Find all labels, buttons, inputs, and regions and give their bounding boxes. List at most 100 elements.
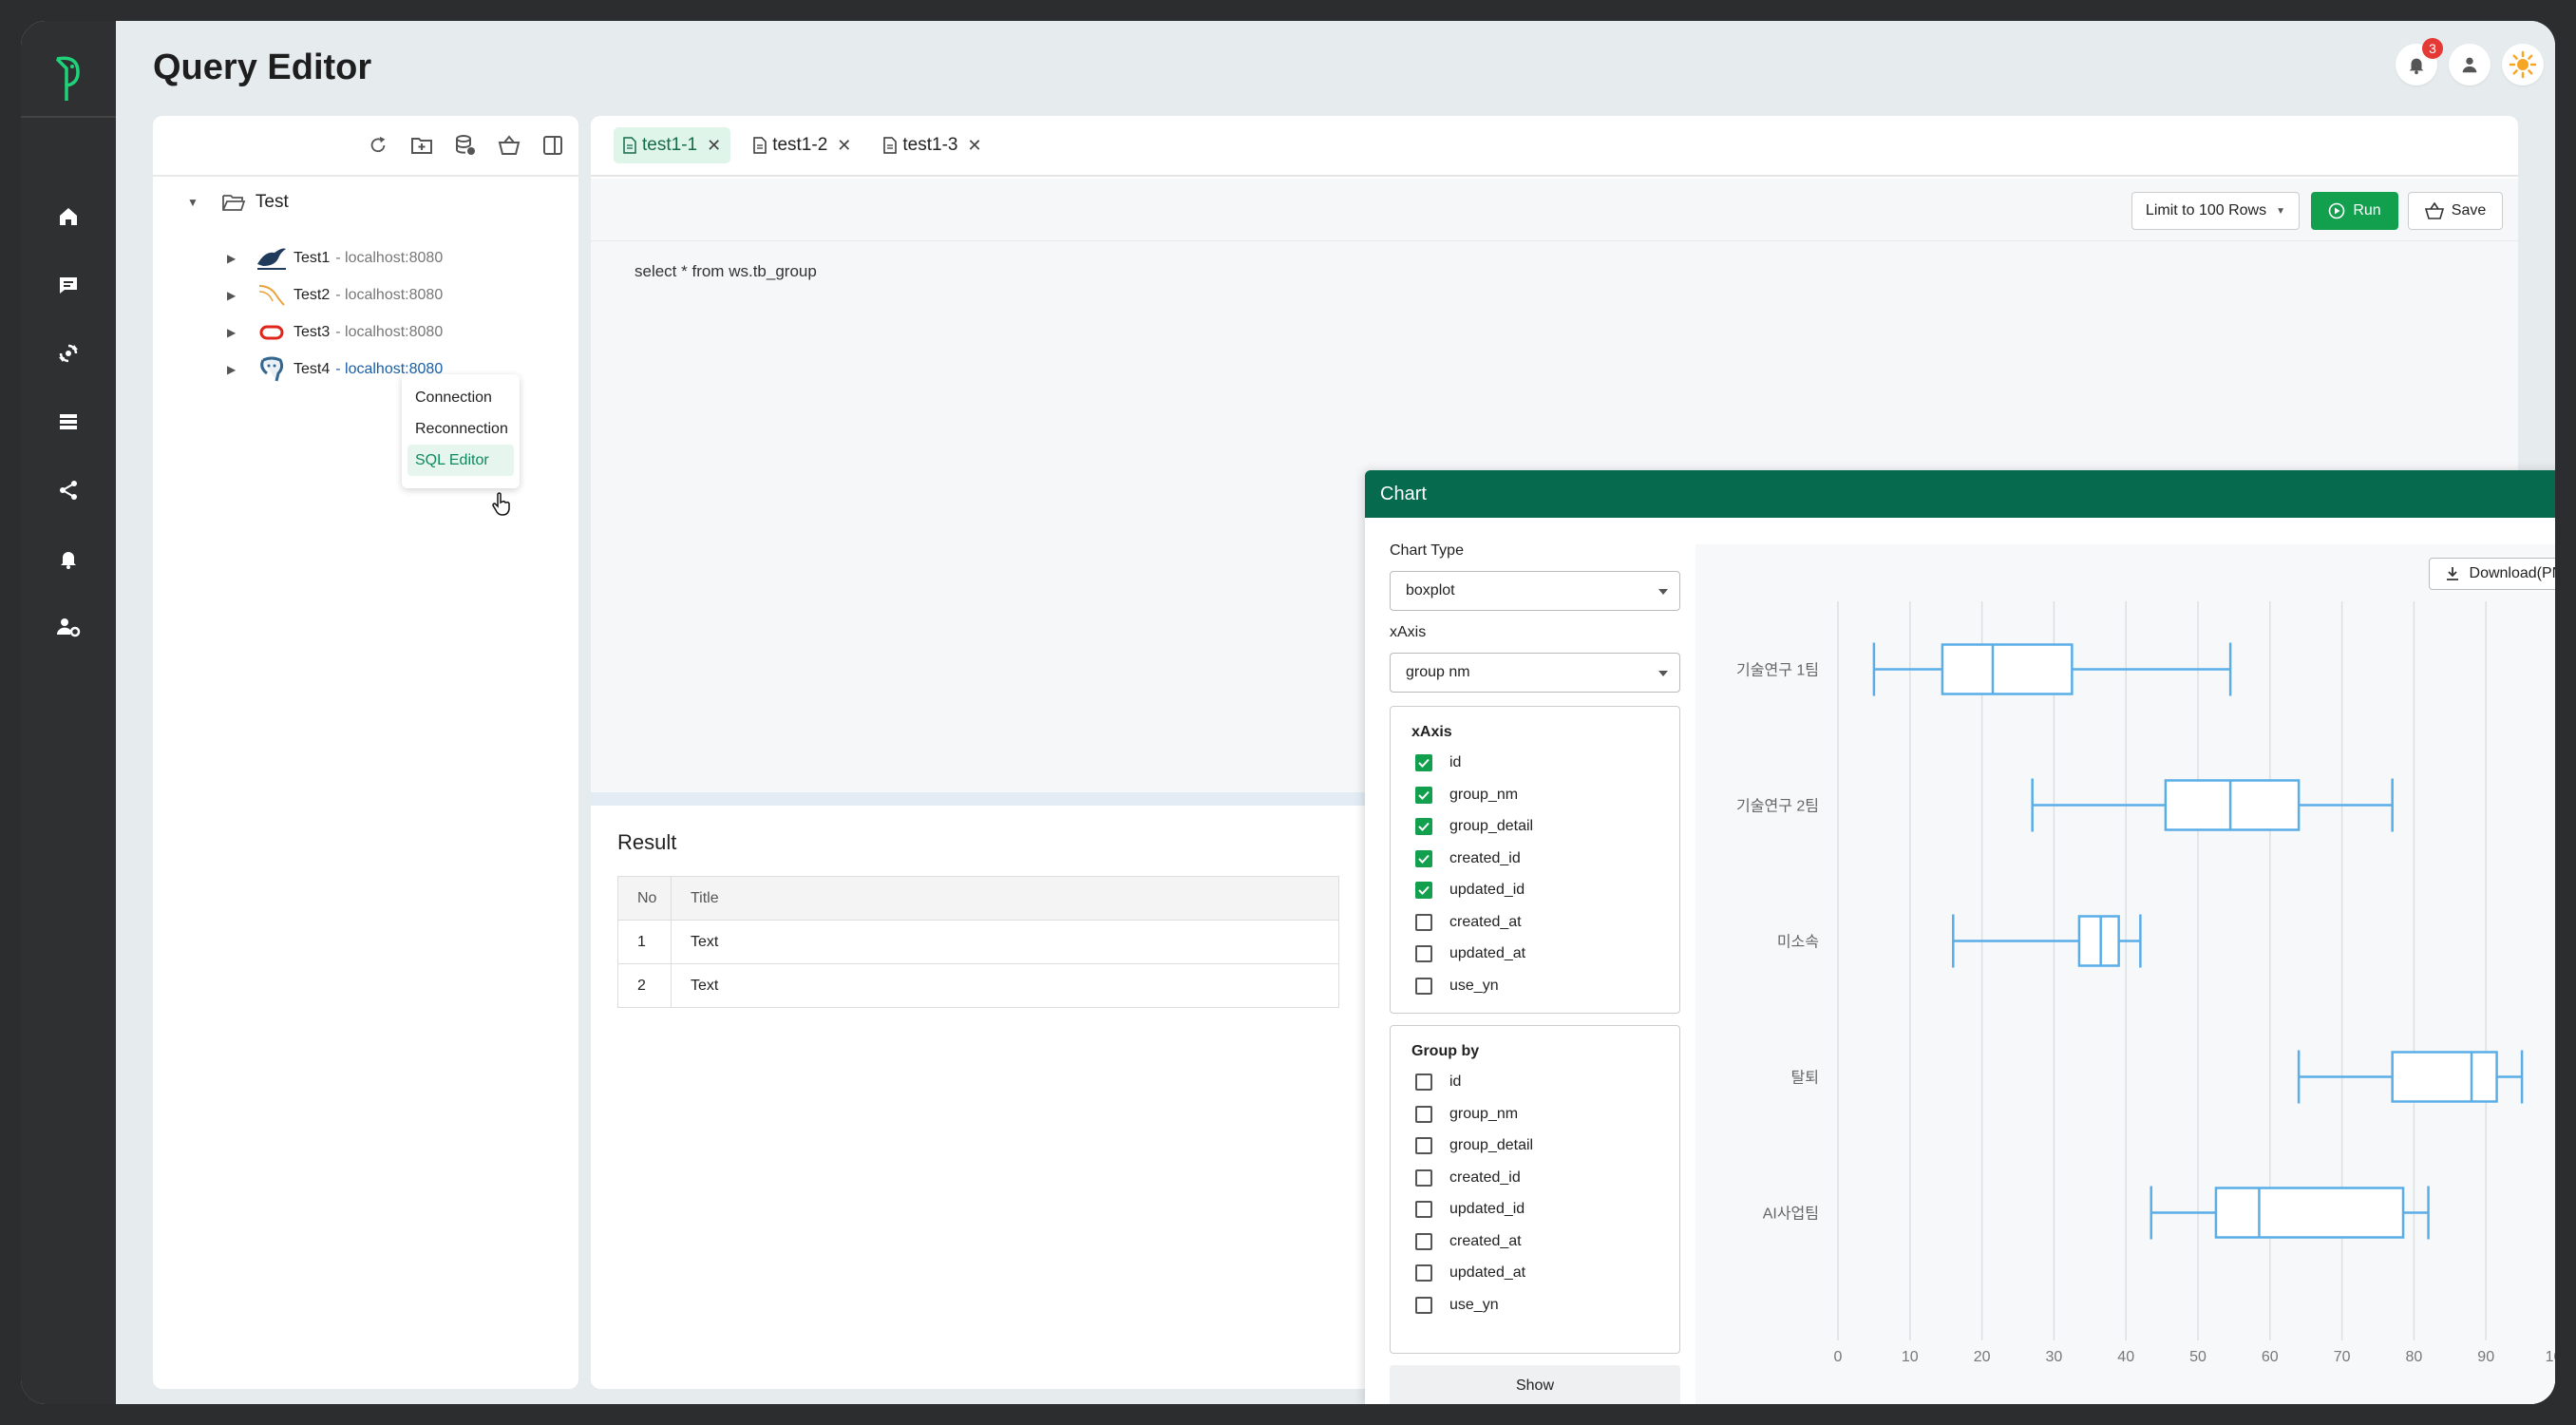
checkbox-id[interactable]: id bbox=[1415, 1074, 1461, 1091]
checkbox-use-yn[interactable]: use_yn bbox=[1415, 977, 1499, 995]
checkbox-label: group_nm bbox=[1449, 786, 1519, 803]
checkbox-unchecked-icon[interactable] bbox=[1415, 1296, 1432, 1314]
run-label: Run bbox=[2353, 202, 2381, 218]
save-button[interactable]: Save bbox=[2408, 192, 2503, 230]
checkbox-updated-at[interactable]: updated_at bbox=[1415, 945, 1525, 962]
tab-test1-2[interactable]: test1-2 ✕ bbox=[744, 127, 861, 163]
checkbox-updated-id[interactable]: updated_id bbox=[1415, 1201, 1525, 1218]
home-icon bbox=[60, 208, 77, 225]
tree-node-test1[interactable]: ▶ Test1 - localhost:8080 bbox=[227, 245, 443, 272]
menu-item-reconnection[interactable]: Reconnection bbox=[407, 413, 514, 445]
tree-root[interactable]: ▼ Test bbox=[187, 192, 289, 213]
close-tab-icon[interactable]: ✕ bbox=[837, 136, 851, 156]
user-icon bbox=[2462, 57, 2477, 73]
add-folder-button[interactable] bbox=[409, 133, 434, 158]
caret-right-icon[interactable]: ▶ bbox=[227, 252, 238, 265]
notification-badge: 3 bbox=[2422, 38, 2443, 59]
sidebar-item-list[interactable] bbox=[21, 388, 116, 456]
chart-type-select[interactable]: boxplot bbox=[1390, 571, 1680, 611]
sidebar-item-user-settings[interactable] bbox=[21, 593, 116, 661]
chevron-down-icon bbox=[1658, 671, 1668, 676]
checkbox-created-at[interactable]: created_at bbox=[1415, 913, 1522, 931]
sidebar-item-sync[interactable] bbox=[21, 319, 116, 388]
checkbox-checked-icon[interactable] bbox=[1415, 754, 1432, 771]
tab-test1-1[interactable]: test1-1 ✕ bbox=[614, 127, 731, 163]
checkbox-unchecked-icon[interactable] bbox=[1415, 913, 1432, 931]
xaxis-value: group nm bbox=[1406, 664, 1470, 680]
sidebar-item-share[interactable] bbox=[21, 456, 116, 524]
checkbox-id[interactable]: id bbox=[1415, 754, 1461, 771]
app-logo[interactable] bbox=[21, 46, 116, 112]
sidebar-item-messages[interactable] bbox=[21, 251, 116, 319]
checkbox-label: created_id bbox=[1449, 849, 1521, 866]
show-button[interactable]: Show bbox=[1390, 1365, 1680, 1404]
xaxis-select[interactable]: group nm bbox=[1390, 653, 1680, 693]
tree-node-name: Test4 bbox=[294, 361, 331, 377]
checkbox-unchecked-icon[interactable] bbox=[1415, 1105, 1432, 1123]
column-header[interactable]: No bbox=[617, 876, 672, 921]
chart-type-label: Chart Type bbox=[1390, 542, 1464, 559]
xaxis-fields-title: xAxis bbox=[1411, 724, 1452, 740]
checkbox-created-id[interactable]: created_id bbox=[1415, 1168, 1521, 1187]
hand-cursor-icon bbox=[492, 492, 510, 516]
checkbox-checked-icon[interactable] bbox=[1415, 882, 1432, 899]
checkbox-created-id[interactable]: created_id bbox=[1415, 849, 1521, 867]
checkbox-label: use_yn bbox=[1449, 977, 1499, 994]
tree-node-test3[interactable]: ▶ Test3 - localhost:8080 bbox=[227, 319, 443, 346]
caret-right-icon[interactable]: ▶ bbox=[227, 363, 238, 376]
row-limit-select[interactable]: Limit to 100 Rows ▼ bbox=[2131, 192, 2300, 230]
checkbox-group-detail[interactable]: group_detail bbox=[1415, 818, 1533, 835]
checkbox-updated-id[interactable]: updated_id bbox=[1415, 882, 1525, 899]
checkbox-unchecked-icon[interactable] bbox=[1415, 1232, 1432, 1250]
checkbox-created-at[interactable]: created_at bbox=[1415, 1232, 1522, 1250]
checkbox-use-yn[interactable]: use_yn bbox=[1415, 1296, 1499, 1314]
column-header[interactable]: Title bbox=[671, 876, 1339, 921]
sidebar-item-home[interactable] bbox=[21, 182, 116, 251]
caret-right-icon[interactable]: ▶ bbox=[227, 326, 238, 339]
checkbox-unchecked-icon[interactable] bbox=[1415, 1201, 1432, 1218]
tree-node-test2[interactable]: ▶ Test2 - localhost:8080 bbox=[227, 282, 443, 309]
caret-right-icon[interactable]: ▶ bbox=[227, 289, 238, 302]
tab-test1-3[interactable]: test1-3 ✕ bbox=[874, 127, 991, 163]
notifications-button[interactable]: 3 bbox=[2396, 38, 2443, 86]
checkbox-checked-icon[interactable] bbox=[1415, 818, 1432, 835]
close-tab-icon[interactable]: ✕ bbox=[967, 136, 981, 156]
add-database-button[interactable] bbox=[453, 133, 478, 158]
download-png-button[interactable]: Download(PNG) bbox=[2428, 558, 2555, 590]
editor-tabs: test1-1 ✕ test1-2 ✕ test1-3 ✕ bbox=[591, 116, 2518, 177]
checkbox-unchecked-icon[interactable] bbox=[1415, 1137, 1432, 1154]
checkbox-unchecked-icon[interactable] bbox=[1415, 1074, 1432, 1091]
checkbox-unchecked-icon[interactable] bbox=[1415, 1168, 1432, 1187]
run-button[interactable]: Run bbox=[2311, 192, 2398, 230]
checkbox-unchecked-icon[interactable] bbox=[1415, 945, 1432, 962]
checkbox-unchecked-icon[interactable] bbox=[1415, 1264, 1432, 1282]
checkbox-checked-icon[interactable] bbox=[1415, 849, 1432, 867]
bell-icon bbox=[2409, 58, 2424, 75]
checkbox-unchecked-icon[interactable] bbox=[1415, 977, 1432, 995]
caret-down-icon[interactable]: ▼ bbox=[187, 196, 199, 209]
profile-button[interactable] bbox=[2449, 44, 2491, 86]
theme-toggle-button[interactable] bbox=[2502, 44, 2544, 86]
refresh-button[interactable] bbox=[366, 133, 390, 158]
checkbox-group-detail[interactable]: group_detail bbox=[1415, 1137, 1533, 1154]
close-tab-icon[interactable]: ✕ bbox=[707, 136, 721, 156]
checkbox-group-nm[interactable]: group_nm bbox=[1415, 1105, 1518, 1123]
context-menu: Connection Reconnection SQL Editor bbox=[402, 374, 520, 488]
sun-icon bbox=[2509, 50, 2537, 79]
menu-item-sql-editor[interactable]: SQL Editor bbox=[407, 445, 514, 476]
checkbox-checked-icon[interactable] bbox=[1415, 786, 1432, 804]
bell-icon bbox=[61, 552, 76, 569]
sql-text[interactable]: select * from ws.tb_group bbox=[635, 262, 817, 281]
checkbox-updated-at[interactable]: updated_at bbox=[1415, 1264, 1525, 1282]
table-row[interactable]: 1 Text bbox=[617, 920, 1339, 964]
sidebar bbox=[21, 21, 116, 1404]
sidebar-item-alerts[interactable] bbox=[21, 524, 116, 593]
checkbox-group-nm[interactable]: group_nm bbox=[1415, 786, 1519, 804]
table-row[interactable]: 2 Text bbox=[617, 963, 1339, 1008]
checkbox-label: id bbox=[1449, 1074, 1462, 1090]
menu-item-connection[interactable]: Connection bbox=[407, 382, 514, 413]
basket-button[interactable] bbox=[497, 133, 521, 158]
page-title: Query Editor bbox=[153, 48, 372, 87]
row-limit-value: Limit to 100 Rows bbox=[2145, 202, 2267, 218]
collapse-panel-button[interactable] bbox=[540, 133, 565, 158]
